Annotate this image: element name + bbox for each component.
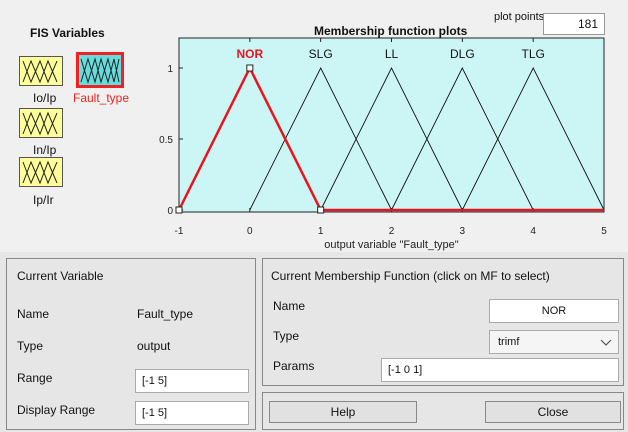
x-tick-label: -1 [175,226,184,237]
variable-type-label: Type [17,339,44,353]
mf-vertex-handle [175,206,183,214]
mf-vertex-handle [317,206,325,214]
x-tick-label: 1 [318,226,324,237]
x-axis-label: output variable "Fault_type" [324,239,458,251]
mf-params-label: Params [273,359,315,373]
mf-name-label: Name [273,299,306,313]
membership-chart[interactable]: -1 0 1 2 3 4 500.51output variable "Fault_type… [0,0,628,252]
range-label: Range [17,371,53,385]
y-tick-label: 0.5 [159,135,173,146]
current-mf-title: Current Membership Function (click on MF… [271,269,550,283]
mf-type-label: Type [273,329,300,343]
x-tick-label: 2 [389,226,395,237]
close-button[interactable]: Close [485,401,621,423]
x-tick-label: 5 [601,226,607,237]
mf-vertex-handle [246,64,254,72]
mf-label-slg: SLG [309,47,333,61]
display-range-label: Display Range [17,403,96,417]
chevron-down-icon [600,339,612,346]
plot-background [178,37,605,213]
x-tick-label: 4 [530,226,536,237]
button-panel: Help Close [262,392,624,430]
variable-name-value: Fault_type [137,307,194,321]
y-tick-label: 0 [167,206,173,217]
mf-label-ll: LL [385,47,399,61]
mf-type-select[interactable]: trimf [489,330,619,354]
x-tick-label: 0 [247,226,253,237]
mf-label-tlg: TLG [521,47,544,61]
mf-label-dlg: DLG [450,47,475,61]
current-variable-title: Current Variable [17,269,104,283]
x-tick-label: 3 [460,226,466,237]
variable-type-value: output [137,339,171,353]
help-button[interactable]: Help [269,401,417,423]
mf-name-input[interactable]: NOR [489,299,619,323]
current-variable-panel: Current Variable Name Fault_type Type ou… [6,258,256,430]
mf-type-value: trimf [498,336,520,348]
variable-name-label: Name [17,307,50,321]
y-tick-label: 1 [167,64,173,75]
mf-label-nor: NOR [236,47,263,61]
plot-area: FIS Variables Io/Ip Fault_type In/Ip Ip/… [0,0,628,252]
mf-params-input[interactable]: [-1 0 1] [381,358,619,382]
range-input[interactable]: [-1 5] [135,369,249,393]
display-range-input[interactable]: [-1 5] [135,401,249,425]
current-mf-panel: Current Membership Function (click on MF… [262,258,624,386]
